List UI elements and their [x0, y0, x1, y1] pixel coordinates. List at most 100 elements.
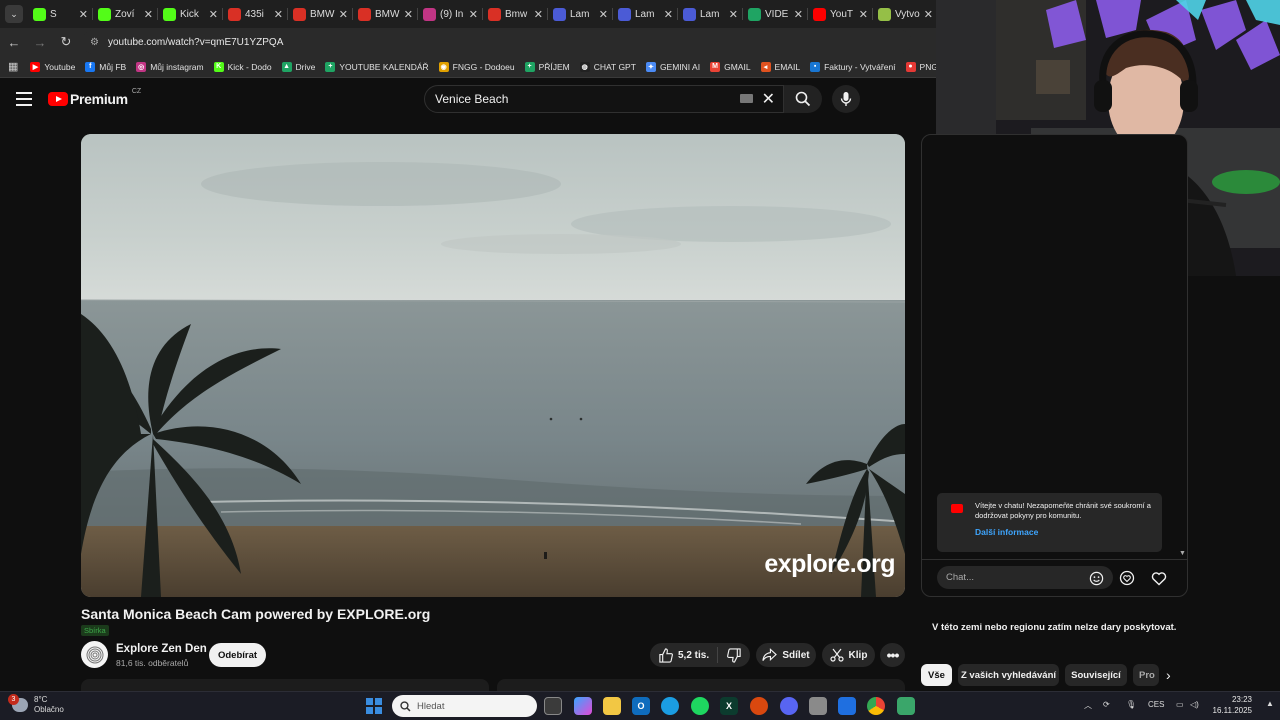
collection-badge[interactable]: Sbírka [81, 625, 109, 636]
browser-tab[interactable]: Kick ✕ [158, 0, 223, 28]
chip-next-icon[interactable]: › [1166, 667, 1171, 683]
system-clock[interactable]: 23:23 16.11.2025 [1208, 694, 1252, 716]
bookmark-item[interactable]: ◉ FNGG - Dodoeu [438, 61, 515, 72]
chip-all[interactable]: Vše [921, 664, 952, 686]
network-icon[interactable]: ▭ [1176, 700, 1184, 709]
back-button[interactable]: ← [2, 30, 26, 54]
bookmark-item[interactable]: ▲ Drive [281, 61, 315, 72]
bookmark-item[interactable]: + YOUTUBE KALENDÁŘ [325, 61, 429, 72]
outlook-icon[interactable]: O [632, 697, 650, 715]
close-tab-icon[interactable]: ✕ [664, 8, 673, 21]
bookmark-item[interactable]: K Kick - Dodo [213, 61, 272, 72]
chip-from-searches[interactable]: Z vašich vyhledávání [958, 664, 1059, 686]
close-tab-icon[interactable]: ✕ [469, 8, 478, 21]
channel-name[interactable]: Explore Zen Den [116, 643, 207, 655]
tray-mic-icon[interactable]: 🎙 [1126, 700, 1136, 709]
browser-tab[interactable]: Lam ✕ [548, 0, 613, 28]
browser-tab[interactable]: BMW ✕ [288, 0, 353, 28]
subscribe-button[interactable]: Odebírat [209, 643, 266, 667]
browser-tab[interactable]: VIDE ✕ [743, 0, 808, 28]
browser-tab[interactable]: Vytvo ✕ [873, 0, 936, 28]
clip-button[interactable]: Klip [822, 643, 875, 667]
video-player[interactable]: explore.org [81, 134, 905, 597]
hamburger-menu-icon[interactable] [16, 92, 32, 106]
address-bar[interactable]: ⚙ youtube.com/watch?v=qmE7U1YZPQA [82, 30, 912, 54]
windows-start-icon[interactable] [366, 698, 382, 714]
copilot-icon[interactable] [574, 697, 592, 715]
chat-input[interactable]: Chat... [937, 566, 1113, 589]
dislike-button[interactable] [718, 647, 750, 663]
close-tab-icon[interactable]: ✕ [79, 8, 88, 21]
bookmark-item[interactable]: M GMAIL [710, 61, 751, 72]
bookmark-item[interactable]: + PŘÍJEM [524, 61, 570, 72]
language-indicator[interactable]: CES [1148, 700, 1164, 709]
browser-tab[interactable]: YouT ✕ [808, 0, 873, 28]
browser-tab[interactable]: S ✕ [28, 0, 93, 28]
share-button[interactable]: Sdílet [756, 643, 816, 667]
bookmark-item[interactable]: ●PNG to PDF [905, 61, 936, 72]
bookmark-item[interactable]: ◂ EMAIL [760, 61, 800, 72]
close-tab-icon[interactable]: ✕ [534, 8, 543, 21]
discord-icon[interactable] [780, 697, 798, 715]
close-tab-icon[interactable]: ✕ [144, 8, 153, 21]
bookmark-item[interactable]: ✦ GEMINI AI [645, 61, 700, 72]
close-tab-icon[interactable]: ✕ [924, 8, 933, 21]
browser-tab[interactable]: Lam ✕ [678, 0, 743, 28]
browser-tab[interactable]: Lam ✕ [613, 0, 678, 28]
bookmark-item[interactable]: f Můj FB [85, 61, 126, 72]
tab-search-button[interactable]: ⌄ [5, 5, 23, 23]
tray-overflow-icon[interactable]: ︿ [1084, 700, 1092, 711]
channel-avatar[interactable] [81, 641, 108, 668]
comments-card[interactable] [497, 679, 905, 691]
volume-icon[interactable]: ◁) [1190, 700, 1199, 709]
close-tab-icon[interactable]: ✕ [729, 8, 738, 21]
task-view-icon[interactable] [544, 697, 562, 715]
apps-grid-icon[interactable]: ▦ [8, 60, 18, 73]
bookmark-item[interactable]: ◎ Můj instagram [136, 61, 204, 72]
notification-icon[interactable]: ▲ [1266, 699, 1274, 708]
keyboard-icon[interactable] [740, 94, 753, 103]
browser-tab[interactable]: BMW ✕ [353, 0, 418, 28]
voice-search-button[interactable] [832, 85, 860, 113]
bookmark-item[interactable]: ◍ CHAT GPT [579, 61, 636, 72]
close-tab-icon[interactable]: ✕ [794, 8, 803, 21]
chip-related[interactable]: Související [1065, 664, 1127, 686]
bookmark-item[interactable]: ▶ Youtube [30, 61, 75, 72]
close-tab-icon[interactable]: ✕ [209, 8, 218, 21]
site-info-icon[interactable]: ⚙ [90, 37, 102, 48]
close-tab-icon[interactable]: ✕ [859, 8, 868, 21]
obs-icon[interactable] [750, 697, 768, 715]
browser-tab[interactable]: 435i ✕ [223, 0, 288, 28]
app-icon[interactable] [897, 697, 915, 715]
chat-more-info-link[interactable]: Další informace [975, 527, 1154, 537]
close-tab-icon[interactable]: ✕ [274, 8, 283, 21]
weather-widget[interactable]: 3 8°C Oblačno [8, 694, 64, 715]
browser-tab[interactable]: Bmw ✕ [483, 0, 548, 28]
search-input[interactable]: Venice Beach ✕ [424, 85, 784, 113]
spotify-icon[interactable] [691, 697, 709, 715]
emoji-button[interactable] [1088, 570, 1104, 586]
close-tab-icon[interactable]: ✕ [599, 8, 608, 21]
close-tab-icon[interactable]: ✕ [339, 8, 348, 21]
reaction-heart-button[interactable] [1151, 570, 1167, 586]
bookmark-item[interactable]: ▪ Faktury - Vytváření [810, 61, 896, 72]
supers-button[interactable] [1119, 570, 1135, 586]
clear-search-icon[interactable]: ✕ [762, 89, 775, 109]
excel-icon[interactable]: X [720, 697, 738, 715]
chrome-icon[interactable] [867, 697, 885, 715]
browser-tab[interactable]: (9) In ✕ [418, 0, 483, 28]
search-button[interactable] [784, 85, 822, 113]
forward-button[interactable]: → [28, 30, 52, 54]
browser-tab[interactable]: Zoví ✕ [93, 0, 158, 28]
reload-button[interactable]: ↻ [54, 30, 78, 54]
calculator-icon[interactable] [809, 697, 827, 715]
taskbar-search[interactable]: Hledat [392, 695, 537, 717]
tray-sync-icon[interactable]: ⟳ [1103, 700, 1110, 709]
scroll-down-icon[interactable]: ▼ [1179, 550, 1186, 557]
mail-app-icon[interactable] [838, 697, 856, 715]
like-button[interactable]: 5,2 tis. [650, 647, 718, 663]
edge-icon[interactable] [661, 697, 679, 715]
description-card[interactable] [81, 679, 489, 691]
close-tab-icon[interactable]: ✕ [404, 8, 413, 21]
youtube-premium-logo[interactable]: Premium CZ [48, 88, 141, 107]
